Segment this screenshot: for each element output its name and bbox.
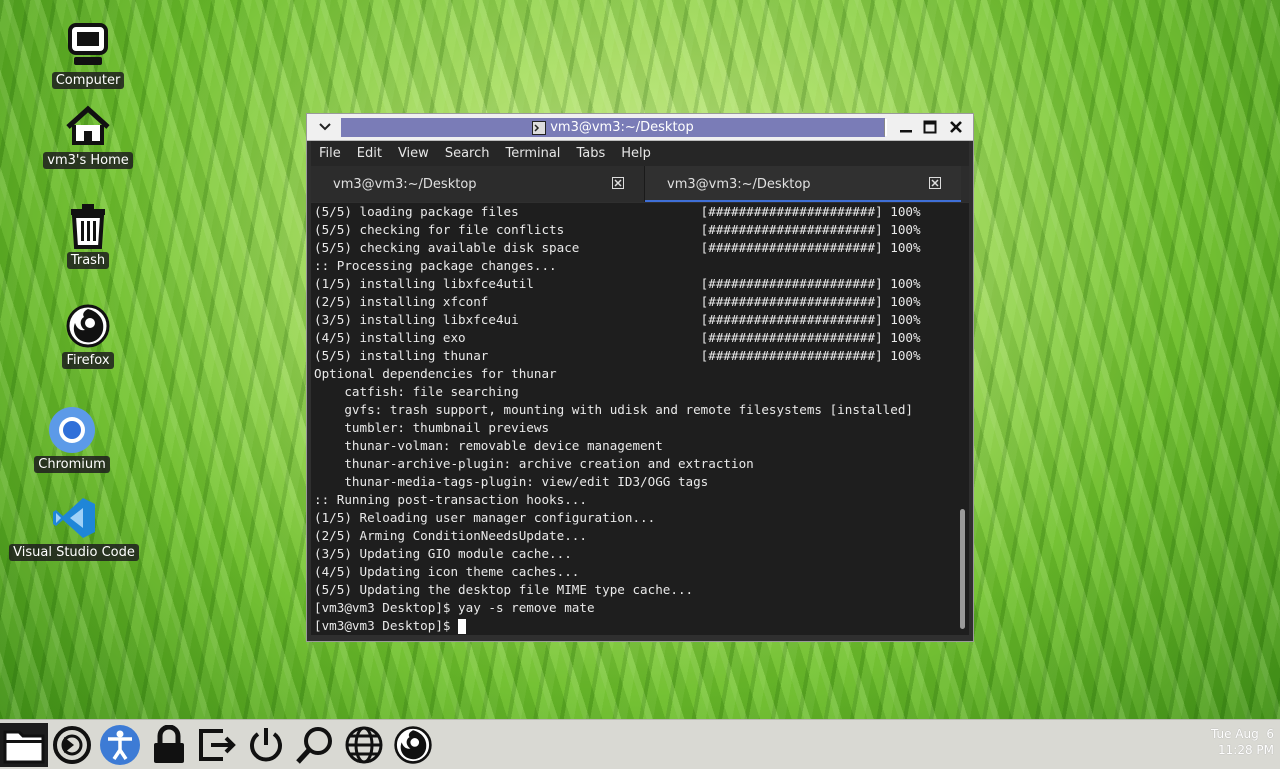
lock-button[interactable] (147, 723, 191, 767)
terminal-line: (2/5) installing xfconf [###############… (314, 294, 921, 309)
window-title: vm3@vm3:~/Desktop (341, 118, 885, 137)
terminal-line: (5/5) checking for file conflicts [#####… (314, 222, 921, 237)
text-cursor (458, 619, 467, 634)
desktop-icon-vscode[interactable]: Visual Studio Code (9, 494, 139, 561)
clock-date: Tue Aug 6 (1210, 727, 1274, 741)
terminal-output[interactable]: (5/5) loading package files [###########… (311, 203, 957, 635)
terminal-line: (5/5) Updating the desktop file MIME typ… (314, 582, 694, 597)
terminal-line: (3/5) Updating GIO module cache... (314, 546, 572, 561)
terminal-line: (4/5) installing exo [##################… (314, 330, 921, 345)
terminal-line: catfish: file searching (314, 384, 519, 399)
tab-close-icon[interactable] (929, 177, 941, 189)
tab-close-icon[interactable] (612, 177, 624, 189)
terminal-line: thunar-media-tags-plugin: view/edit ID3/… (314, 474, 709, 489)
power-icon (250, 728, 282, 762)
terminal-line: (5/5) loading package files [###########… (314, 204, 921, 219)
window-menu-button[interactable] (313, 118, 337, 136)
menu-search[interactable]: Search (437, 146, 498, 161)
scrollbar-thumb[interactable] (960, 509, 965, 629)
tab-label: vm3@vm3:~/Desktop (667, 177, 811, 192)
terminal-line: :: Running post-transaction hooks... (314, 492, 587, 507)
titlebar-divider (884, 119, 887, 136)
file-manager-button[interactable] (0, 723, 48, 767)
taskbar: Tue Aug 6 11:28 PM (0, 719, 1280, 769)
desktop-icon-home[interactable]: vm3's Home (43, 102, 133, 169)
terminal-line: (1/5) installing libxfce4util [#########… (314, 276, 921, 291)
menu-bar: File Edit View Search Terminal Tabs Help (311, 141, 969, 166)
terminal-line: gvfs: trash support, mounting with udisk… (314, 402, 913, 417)
refresh-icon (53, 726, 91, 764)
desktop-icon-label: Visual Studio Code (9, 544, 139, 561)
search-icon (296, 727, 332, 764)
close-icon (950, 121, 962, 133)
accessibility-button[interactable] (98, 723, 142, 767)
terminal-line: (4/5) Updating icon theme caches... (314, 564, 580, 579)
desktop-icon-label: Computer (51, 72, 125, 89)
menu-file[interactable]: File (311, 146, 349, 161)
menu-tabs[interactable]: Tabs (568, 146, 613, 161)
computer-icon (64, 22, 112, 70)
desktop-icon-label: vm3's Home (43, 152, 133, 169)
window-title-text: vm3@vm3:~/Desktop (550, 120, 694, 135)
minimize-button[interactable] (895, 117, 917, 137)
terminal-scrollbar[interactable] (957, 203, 969, 635)
terminal-prompt: [vm3@vm3 Desktop]$ (314, 618, 459, 633)
desktop-icon-chromium[interactable]: Chromium (34, 406, 110, 473)
power-button[interactable] (244, 723, 288, 767)
maximize-button[interactable] (919, 117, 941, 137)
accessibility-icon (100, 725, 140, 765)
terminal-tab-2[interactable]: vm3@vm3:~/Desktop (645, 166, 961, 202)
globe-icon (345, 726, 383, 764)
terminal-line: (5/5) checking available disk space [###… (314, 240, 921, 255)
home-icon (64, 102, 112, 150)
menu-terminal[interactable]: Terminal (497, 146, 568, 161)
clock[interactable]: Tue Aug 6 11:28 PM (1211, 726, 1274, 758)
logout-icon (199, 729, 236, 761)
trash-icon (64, 202, 112, 250)
terminal-line: :: Processing package changes... (314, 258, 557, 273)
terminal-line: tumbler: thumbnail previews (314, 420, 550, 435)
maximize-icon (923, 120, 937, 134)
terminal-line: thunar-archive-plugin: archive creation … (314, 456, 754, 471)
terminal-line: (2/5) Arming ConditionNeedsUpdate... (314, 528, 587, 543)
vscode-icon (50, 494, 98, 542)
chromium-icon (48, 406, 96, 454)
terminal-lines: (5/5) loading package files [###########… (311, 203, 957, 617)
window-titlebar[interactable]: vm3@vm3:~/Desktop (307, 114, 973, 141)
terminal-prompt-line: [vm3@vm3 Desktop]$ (311, 617, 957, 635)
terminal-icon (532, 120, 547, 135)
minimize-icon (900, 130, 912, 133)
lock-icon (154, 725, 184, 763)
terminal-line: Optional dependencies for thunar (314, 366, 557, 381)
desktop-icon-trash[interactable]: Trash (52, 202, 124, 269)
refresh-button[interactable] (50, 723, 94, 767)
terminal-line: [vm3@vm3 Desktop]$ yay -s remove mate (314, 600, 595, 615)
firefox-icon (394, 726, 432, 764)
terminal-line: thunar-volman: removable device manageme… (314, 438, 663, 453)
terminal-line: (5/5) installing thunar [###############… (314, 348, 921, 363)
menu-help[interactable]: Help (613, 146, 659, 161)
desktop-icon-computer[interactable]: Computer (51, 22, 125, 89)
terminal-line: (1/5) Reloading user manager configurati… (314, 510, 656, 525)
desktop-icon-label: Trash (66, 252, 110, 269)
menu-view[interactable]: View (390, 146, 437, 161)
tab-bar: vm3@vm3:~/Desktop vm3@vm3:~/Desktop (311, 166, 969, 202)
terminal-tab-1[interactable]: vm3@vm3:~/Desktop (311, 166, 645, 202)
clock-time: 11:28 PM (1218, 743, 1274, 757)
firefox-taskbar-button[interactable] (391, 723, 435, 767)
tab-label: vm3@vm3:~/Desktop (333, 177, 477, 192)
terminal-line: (3/5) installing libxfce4ui [###########… (314, 312, 921, 327)
search-button[interactable] (293, 723, 337, 767)
terminal-window: vm3@vm3:~/Desktop File Edit View Search … (306, 113, 974, 642)
logout-button[interactable] (195, 723, 239, 767)
desktop-icon-firefox[interactable]: Firefox (52, 302, 124, 369)
web-browser-button[interactable] (342, 723, 386, 767)
desktop-icon-label: Firefox (62, 352, 114, 369)
file-manager-icon (3, 730, 45, 764)
close-button[interactable] (945, 117, 967, 137)
firefox-icon (64, 302, 112, 350)
menu-edit[interactable]: Edit (349, 146, 390, 161)
chevron-down-icon (319, 123, 331, 131)
desktop-icon-label: Chromium (34, 456, 110, 473)
